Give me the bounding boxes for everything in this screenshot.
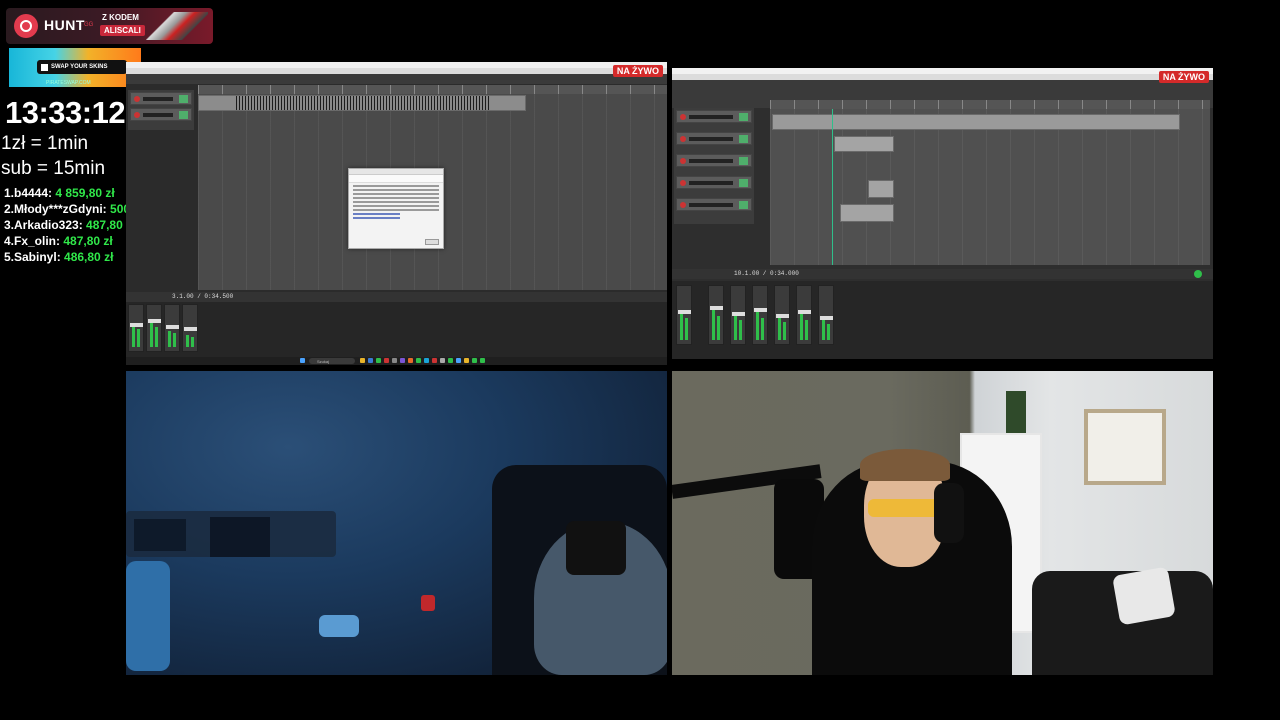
taskbar-app-icon[interactable] — [424, 358, 429, 363]
donor-name: 1.b4444: — [4, 186, 53, 200]
timeline-ruler[interactable] — [198, 85, 667, 94]
swap-skins-button: SWAP YOUR SKINS — [37, 60, 127, 74]
taskbar-app-icon[interactable] — [480, 358, 485, 363]
mixer[interactable] — [672, 281, 1213, 359]
red-can — [421, 595, 435, 611]
record-arm-icon[interactable] — [1194, 270, 1202, 278]
promo-code: ALISCALI — [100, 25, 145, 36]
donor-name: 5.Sabinyl: — [4, 250, 61, 264]
taskbar-app-icon[interactable] — [432, 358, 437, 363]
transport-time: 10.1.00 / 0:34.000 — [734, 270, 799, 277]
taskbar-app-icon[interactable] — [472, 358, 477, 363]
taskbar-app-icon[interactable] — [408, 358, 413, 363]
subathon-timer: 13:33:12 — [5, 95, 126, 130]
taskbar-app-icon[interactable] — [448, 358, 453, 363]
chair — [210, 517, 270, 557]
live-badge: NA ŻYWO — [612, 65, 663, 77]
wall-picture — [1084, 409, 1166, 485]
weapon-skin-image — [146, 12, 208, 40]
pillow — [1112, 566, 1176, 626]
headphones — [934, 483, 964, 543]
taskbar-app-icon[interactable] — [392, 358, 397, 363]
track-header[interactable] — [130, 108, 192, 121]
transport-time: 3.1.00 / 0:34.500 — [172, 293, 234, 300]
live-badge: NA ŻYWO — [1158, 71, 1209, 83]
taskbar-app-icon[interactable] — [368, 358, 373, 363]
chair — [134, 519, 186, 551]
taskbar-app-icon[interactable] — [400, 358, 405, 363]
hunt-brand-suffix: GG — [84, 22, 94, 28]
plant — [1006, 391, 1026, 433]
taskbar-app-icon[interactable] — [456, 358, 461, 363]
donor-name: 4.Fx_olin: — [4, 234, 61, 248]
code-label: Z KODEM — [102, 13, 139, 22]
taskbar-app-icon[interactable] — [376, 358, 381, 363]
donor-amount: 487,80 zł — [63, 234, 113, 248]
toolbar[interactable] — [126, 74, 667, 84]
track-header[interactable] — [676, 176, 752, 189]
cloth — [126, 561, 170, 671]
donor-amount: 486,80 zł — [64, 250, 114, 264]
taskbar-search[interactable]: Szukaj — [309, 358, 355, 364]
daw-capture-right: NA ŻYWO 10.1.00 / 0:34.000 — [672, 68, 1213, 359]
track-header[interactable] — [676, 110, 752, 123]
swap-icon — [41, 63, 48, 71]
windows-taskbar[interactable]: Szukaj — [126, 357, 667, 365]
webcam-feed-left — [126, 371, 667, 675]
waveform — [236, 96, 490, 110]
track-header[interactable] — [676, 198, 752, 211]
webcam-feed-right — [672, 371, 1213, 675]
audio-clip[interactable] — [834, 136, 894, 152]
microphone — [566, 521, 626, 575]
swap-skins-label: SWAP YOUR SKINS — [51, 64, 108, 70]
mixer[interactable] — [126, 302, 667, 357]
about-dialog[interactable] — [348, 168, 444, 249]
playhead[interactable] — [832, 109, 833, 265]
donor-name: 3.Arkadio323: — [4, 218, 83, 232]
taskbar-app-icon[interactable] — [384, 358, 389, 363]
ok-button[interactable] — [425, 239, 439, 245]
audio-clip[interactable] — [868, 180, 894, 198]
rate-donation: 1zł = 1min — [1, 133, 89, 154]
sunglasses — [868, 499, 942, 517]
timeline-ruler[interactable] — [770, 100, 1210, 109]
rate-sub: sub = 15min — [1, 158, 106, 179]
start-icon[interactable] — [300, 358, 305, 363]
hunt-logo-icon — [14, 14, 38, 38]
taskbar-app-icon[interactable] — [360, 358, 365, 363]
audio-clip[interactable] — [840, 204, 894, 222]
track-header[interactable] — [130, 92, 192, 105]
blue-object — [319, 615, 359, 637]
hunt-sponsor-banner: HUNT GG Z KODEM ALISCALI — [6, 8, 213, 44]
audio-clip[interactable] — [772, 114, 1180, 130]
arrange-view[interactable] — [770, 109, 1210, 265]
donor-name: 2.Młody***zGdyni: — [4, 202, 107, 216]
hair — [860, 449, 950, 481]
track-header[interactable] — [676, 132, 752, 145]
taskbar-app-icon[interactable] — [416, 358, 421, 363]
hunt-brand-name: HUNT — [44, 17, 85, 33]
track-list[interactable] — [674, 108, 754, 224]
daw-capture-left: NA ŻYWO 3.1.00 / 0:34.500 Szukaj — [126, 62, 667, 365]
skin-site-url: PIRATESWAP.COM — [46, 80, 91, 86]
track-list[interactable] — [128, 90, 194, 130]
taskbar-app-icon[interactable] — [440, 358, 445, 363]
track-header[interactable] — [676, 154, 752, 167]
donor-amount: 4 859,80 zł — [55, 186, 115, 200]
taskbar-app-icon[interactable] — [464, 358, 469, 363]
